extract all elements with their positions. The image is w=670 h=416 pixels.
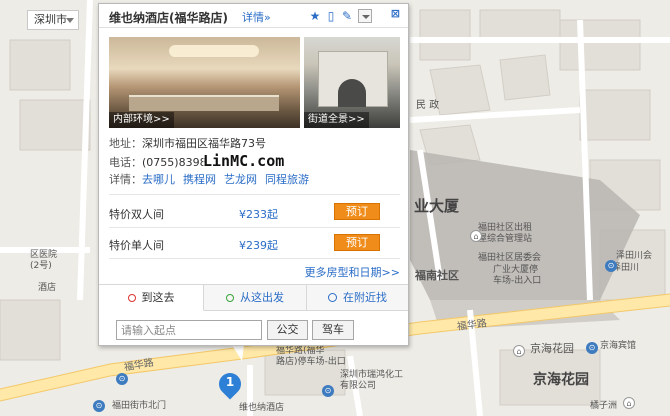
room-name: 特价双人间 xyxy=(109,208,164,221)
popup-tail xyxy=(232,345,244,361)
origin-dot-icon xyxy=(226,294,234,302)
photo-reception-desk xyxy=(129,95,279,111)
link-ctrip[interactable]: 携程网 xyxy=(183,173,216,186)
address-line: 地址：深圳市福田区福华路73号 xyxy=(109,135,266,151)
hotel-marker[interactable]: 1 xyxy=(214,368,246,401)
poi-building-icon[interactable]: ⌂ xyxy=(623,397,635,409)
tab-start-here[interactable]: 从这出发 xyxy=(204,285,307,311)
city-selector[interactable]: 深圳市 xyxy=(27,10,79,30)
map-label-jinghai-garden-poi: 京海花园 xyxy=(530,342,574,355)
tab-search-nearby[interactable]: 在附近找 xyxy=(307,285,408,311)
map-label-futian-north: 福田街市北门 xyxy=(112,401,167,411)
bus-stop-icon[interactable]: ⊙ xyxy=(93,400,105,412)
divider xyxy=(109,194,400,195)
edit-icon[interactable]: ✎ xyxy=(340,9,354,23)
detail-link[interactable]: 详情» xyxy=(242,9,271,25)
map-label-jinghai-garden-big: 京海花园 xyxy=(533,372,589,388)
book-button[interactable]: 预订 xyxy=(334,234,380,251)
bus-stop-icon[interactable]: ⊙ xyxy=(116,373,128,385)
bus-stop-icon[interactable]: ⊙ xyxy=(322,385,334,397)
photo-interior[interactable]: 内部环境>> xyxy=(109,37,300,128)
photo-caption-interior[interactable]: 内部环境>> xyxy=(109,112,174,128)
poi-office-icon[interactable]: ⌂ xyxy=(470,230,482,242)
divider xyxy=(109,227,400,228)
room-row: 特价双人间 ¥233起 预订 xyxy=(109,201,400,223)
photo-street[interactable]: 街道全景>> xyxy=(304,37,400,128)
details-label: 详情： xyxy=(109,173,142,186)
hotel-info-popup: 维也纳酒店(福华路店) 详情» ★ ▯ ✎ ⊠ 内部环境>> 街道全景>> 地址… xyxy=(98,3,409,346)
tab-label: 从这出发 xyxy=(240,291,284,304)
book-button[interactable]: 预订 xyxy=(334,203,380,220)
phone-line: 电话：(0755)8398 xyxy=(109,154,207,170)
tab-go-here[interactable]: 到这去 xyxy=(99,285,204,311)
poi-hotel-icon[interactable]: ⊙ xyxy=(586,342,598,354)
photo-entrance xyxy=(338,79,366,107)
phone-label: 电话： xyxy=(109,156,142,169)
room-price: ¥233起 xyxy=(239,208,278,221)
map-label-ruihong: 深圳市瑞鸿化工 有限公司 xyxy=(340,370,404,391)
popup-title: 维也纳酒店(福华路店) xyxy=(109,11,228,25)
map-label-zetian-hui: 泽田川会 xyxy=(616,251,653,261)
room-row: 特价单人间 ¥239起 预订 xyxy=(109,232,400,254)
map-label-minzheng: 民 政 xyxy=(416,100,440,111)
map-label-jinghai-hotel: 京海宾馆 xyxy=(600,341,637,351)
map-label-hotel-left: 酒店 xyxy=(38,283,57,293)
address-label: 地址： xyxy=(109,137,142,150)
close-button[interactable]: ⊠ xyxy=(391,7,400,20)
photo-ceiling-light xyxy=(169,45,259,57)
map-label-hospital: 区医院 (2号) xyxy=(30,250,58,271)
marker-number: 1 xyxy=(225,375,235,389)
room-name: 特价单人间 xyxy=(109,239,164,252)
map-label-futian-residents: 福田社区居委会 xyxy=(478,253,542,263)
map-label-hotel-marker: 维也纳酒店 xyxy=(239,403,285,413)
watermark-text: LinMC.com xyxy=(203,152,285,170)
dropdown-button[interactable] xyxy=(358,9,372,23)
phone-icon[interactable]: ▯ xyxy=(324,9,338,23)
map-label-futian-community: 福田社区出租 屋综合管理站 xyxy=(478,223,533,244)
link-qunar[interactable]: 去哪儿 xyxy=(142,173,175,186)
link-elong[interactable]: 艺龙网 xyxy=(224,173,257,186)
route-tabs: 到这去 从这出发 在附近找 xyxy=(99,284,408,311)
map-label-funan: 福南社区 xyxy=(415,269,459,282)
divider xyxy=(109,258,400,259)
photo-caption-street[interactable]: 街道全景>> xyxy=(304,112,369,128)
drive-route-button[interactable]: 驾车 xyxy=(312,320,354,340)
search-icon xyxy=(328,293,337,302)
details-line: 详情：去哪儿 携程网 艺龙网 同程旅游 xyxy=(109,171,317,187)
bus-route-button[interactable]: 公交 xyxy=(267,320,308,340)
link-tongcheng[interactable]: 同程旅游 xyxy=(265,173,309,186)
star-icon[interactable]: ★ xyxy=(308,9,322,23)
map-label-guangye-parking: 广业大厦停 车场-出入口 xyxy=(493,265,542,286)
chevron-down-icon xyxy=(66,18,74,23)
map-label-parking-exit: 福华路(福华 路店)停车场-出口 xyxy=(276,346,346,367)
tab-label: 在附近找 xyxy=(343,291,387,304)
map-label-juzi: 橘子洲 xyxy=(590,401,618,411)
poi-garden-icon[interactable]: ⌂ xyxy=(513,345,525,357)
room-price: ¥239起 xyxy=(239,239,278,252)
chevron-down-icon xyxy=(362,15,370,19)
city-label: 深圳市 xyxy=(34,13,67,26)
bus-stop-icon[interactable]: ⊙ xyxy=(605,260,617,272)
start-point-input[interactable] xyxy=(116,320,262,340)
address-value: 深圳市福田区福华路73号 xyxy=(142,137,266,150)
popup-header: 维也纳酒店(福华路店) 详情» ★ ▯ ✎ ⊠ xyxy=(99,4,408,28)
destination-dot-icon xyxy=(127,294,136,302)
more-rooms-link[interactable]: 更多房型和日期>> xyxy=(305,264,400,280)
map-label-yedasha: 业大厦 xyxy=(414,197,460,215)
phone-value: (0755)8398 xyxy=(142,156,207,169)
tab-label: 到这去 xyxy=(141,291,175,304)
